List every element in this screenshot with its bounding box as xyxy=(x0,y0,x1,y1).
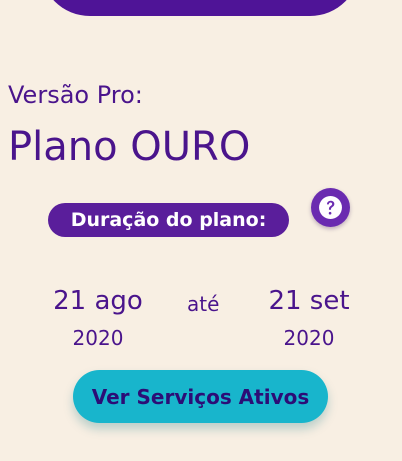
start-date-day-month: 21 ago xyxy=(53,286,143,316)
help-button[interactable] xyxy=(311,188,350,227)
start-date-year: 2020 xyxy=(72,326,124,350)
date-separator: até xyxy=(187,292,220,316)
duration-label-badge: Duração do plano: xyxy=(48,203,289,237)
view-active-services-button[interactable]: Ver Serviços Ativos xyxy=(73,370,328,423)
top-decoration xyxy=(40,0,360,16)
start-date-block: 21 ago 2020 xyxy=(43,286,153,352)
end-date-block: 21 set 2020 xyxy=(254,286,364,352)
question-mark-icon xyxy=(319,196,342,219)
plan-version-label: Versão Pro: xyxy=(8,81,143,109)
end-date-year: 2020 xyxy=(283,326,335,350)
end-date-day-month: 21 set xyxy=(268,286,350,316)
plan-title: Plano OURO xyxy=(8,124,251,170)
